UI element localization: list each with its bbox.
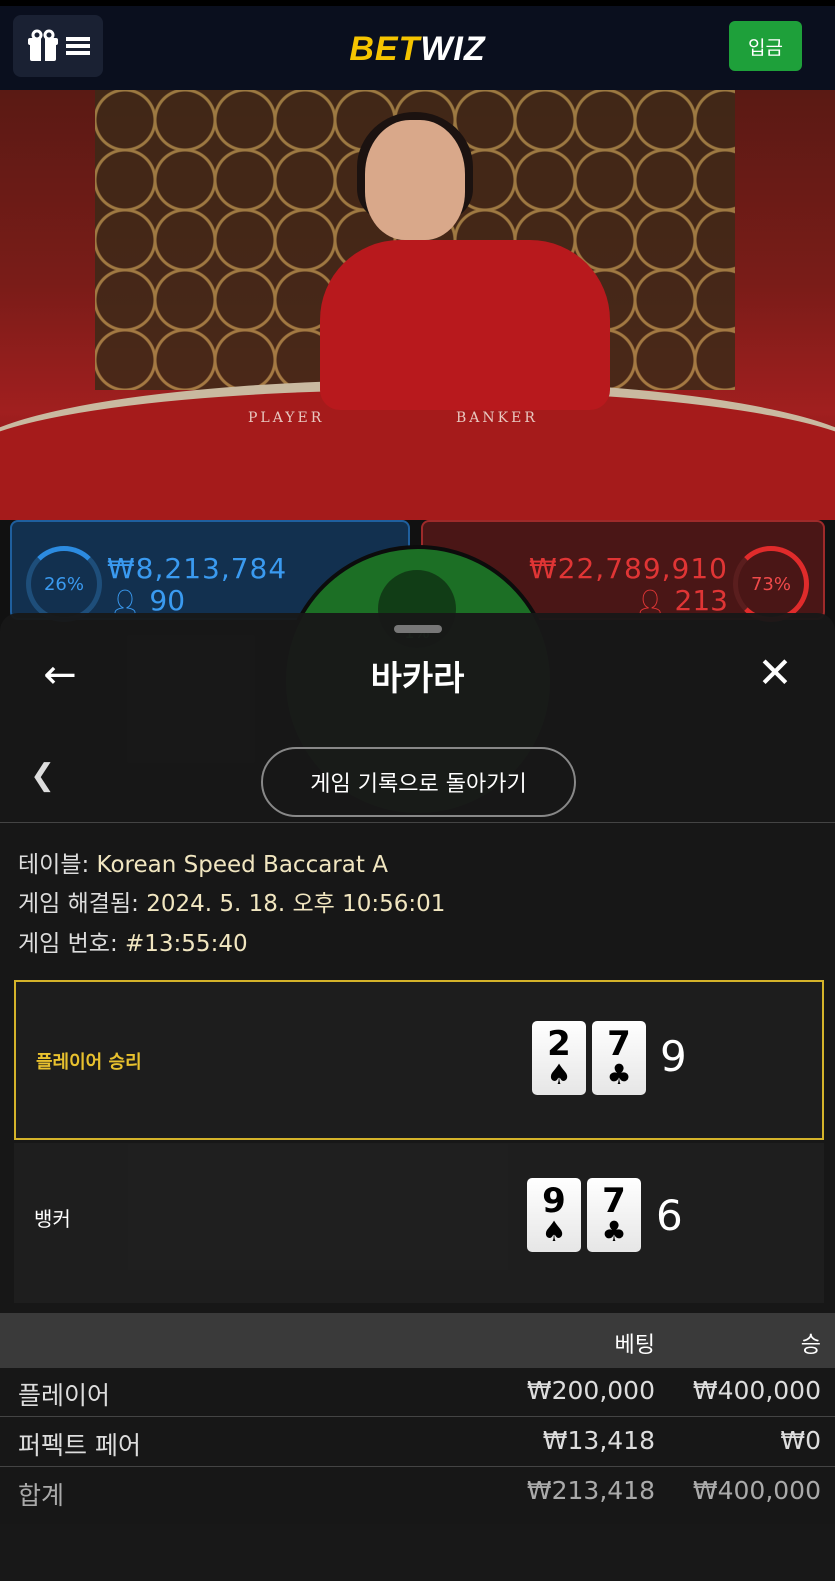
bets-table-header: 베팅 승 <box>0 1313 835 1368</box>
card-suit: ♣ <box>601 1215 627 1248</box>
sheet-title: 바카라 <box>370 659 465 699</box>
player-result-label: 플레이어 승리 <box>36 1052 142 1073</box>
resolved-info-label: 게임 해결됨: <box>18 891 139 917</box>
card-rank: 9 <box>542 1181 566 1221</box>
divider <box>0 822 835 823</box>
top-bar: BETWIZ 입금 <box>0 0 835 90</box>
bet-name: 퍼펙트 페어 <box>18 1431 141 1460</box>
table-player-label: PLAYER <box>248 410 325 426</box>
deposit-button[interactable]: 입금 <box>729 21 802 71</box>
banker-total-amount: ₩22,789,910 <box>528 552 728 585</box>
table-info-label: 테이블: <box>18 852 90 878</box>
card-rank: 2 <box>547 1024 571 1064</box>
card-rank: 7 <box>607 1024 631 1064</box>
resolved-info-value: 2024. 5. 18. 오후 10:56:01 <box>146 891 446 917</box>
betwiz-logo[interactable]: BETWIZ <box>0 30 835 69</box>
sheet-drag-handle[interactable] <box>394 625 442 633</box>
table-info: 테이블: Korean Speed Baccarat A <box>18 845 388 879</box>
card-suit: ♠ <box>541 1215 567 1248</box>
dealer-face <box>365 120 465 240</box>
bet-column-header: 베팅 <box>614 1333 655 1358</box>
table-info-value: Korean Speed Baccarat A <box>96 852 388 878</box>
playing-card: 2 ♠ <box>532 1021 586 1095</box>
bet-stake: ₩200,000 <box>526 1376 655 1405</box>
banker-score: 6 <box>656 1191 683 1240</box>
playing-card: 9 ♠ <box>527 1178 581 1252</box>
divider <box>0 1416 835 1417</box>
person-icon: 👤︎ <box>635 588 666 616</box>
bet-win: ₩0 <box>780 1426 821 1455</box>
chevron-left-icon[interactable]: ❮ <box>30 758 55 793</box>
bet-name: 합계 <box>18 1481 65 1510</box>
bet-win: ₩400,000 <box>692 1476 821 1505</box>
bet-win: ₩400,000 <box>692 1376 821 1405</box>
divider <box>0 1466 835 1467</box>
win-column-header: 승 <box>800 1333 821 1358</box>
player-total-amount: ₩8,213,784 <box>107 552 288 585</box>
game-detail-sheet: ← 바카라 ✕ ❮ 게임 기록으로 돌아가기 테이블: Korean Speed… <box>0 613 835 1581</box>
game-number-info: 게임 번호: #13:55:40 <box>18 924 248 958</box>
bet-stake: ₩13,418 <box>542 1426 655 1455</box>
playing-card: 7 ♣ <box>592 1021 646 1095</box>
game-number-value: #13:55:40 <box>125 931 248 957</box>
resolved-info: 게임 해결됨: 2024. 5. 18. 오후 10:56:01 <box>18 884 445 918</box>
playing-card: 7 ♣ <box>587 1178 641 1252</box>
person-icon: 👤︎ <box>110 588 141 616</box>
card-suit: ♣ <box>606 1058 632 1091</box>
banker-percent-ring: 73% <box>733 546 809 622</box>
logo-wiz-text: WIZ <box>420 30 486 68</box>
banker-result-label: 뱅커 <box>34 1207 71 1231</box>
close-icon[interactable]: ✕ <box>753 651 797 695</box>
player-percent-ring: 26% <box>26 546 102 622</box>
live-video: PLAYER BANKER <box>0 90 835 520</box>
logo-bet-text: BET <box>349 30 421 68</box>
table-row-total: 합계 ₩213,418 ₩400,000 <box>0 1468 835 1516</box>
dealer-body <box>320 240 610 410</box>
game-number-label: 게임 번호: <box>18 931 118 957</box>
table-row: 퍼펙트 페어 ₩13,418 ₩0 <box>0 1418 835 1466</box>
card-suit: ♠ <box>546 1058 572 1091</box>
bet-name: 플레이어 <box>18 1381 111 1410</box>
table-row: 플레이어 ₩200,000 ₩400,000 <box>0 1368 835 1416</box>
player-result-row: 플레이어 승리 2 ♠ 7 ♣ 9 <box>14 980 824 1140</box>
bet-stake: ₩213,418 <box>526 1476 655 1505</box>
back-to-history-button[interactable]: 게임 기록으로 돌아가기 <box>261 747 576 817</box>
card-rank: 7 <box>602 1181 626 1221</box>
banker-result-row: 뱅커 9 ♠ 7 ♣ 6 <box>14 1143 824 1303</box>
player-score: 9 <box>660 1032 687 1081</box>
table-banker-label: BANKER <box>456 410 538 426</box>
